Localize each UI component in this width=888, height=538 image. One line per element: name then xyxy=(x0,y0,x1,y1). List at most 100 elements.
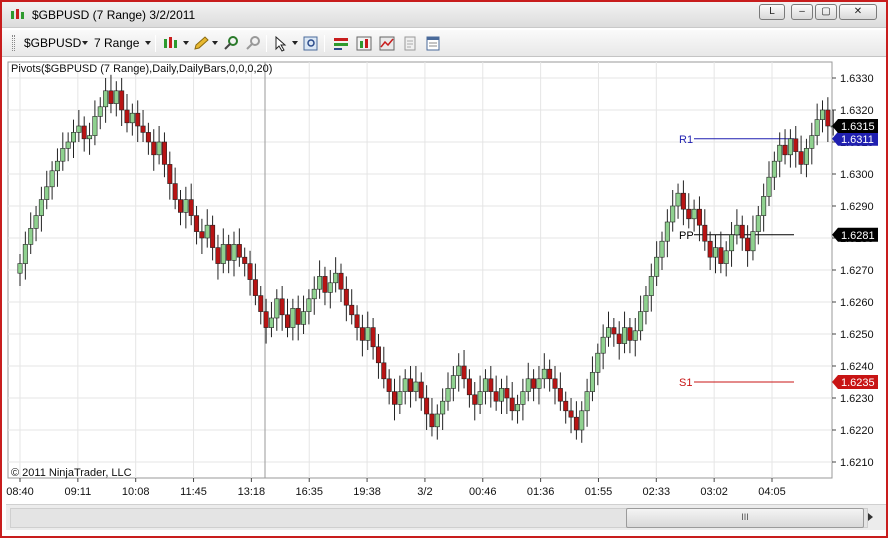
window-title: $GBPUSD (7 Range) 3/2/2011 xyxy=(32,8,196,22)
candle-down xyxy=(509,397,515,412)
candle-down xyxy=(391,391,397,405)
properties-icon[interactable] xyxy=(424,35,442,52)
candle-up xyxy=(536,378,542,389)
chart-grid xyxy=(7,61,833,479)
candle-up xyxy=(632,330,638,341)
time-axis: 08:40 09:11 10:08 11:45 13:18 16:35 19:38 3/2 00… xyxy=(6,478,786,498)
candle-up xyxy=(670,205,676,223)
candle-up xyxy=(814,119,820,136)
candle-down xyxy=(194,215,200,232)
candle-down xyxy=(466,378,472,396)
candle-up xyxy=(434,413,440,428)
toolbar-separator xyxy=(324,35,325,52)
price-tick-label: 1.6290 xyxy=(840,201,874,213)
instrument-chevron-down-icon[interactable] xyxy=(82,41,88,45)
candle-up xyxy=(274,298,280,319)
candle-down xyxy=(370,327,376,348)
candle-down xyxy=(707,240,713,258)
pivot-price-label: 1.6281 xyxy=(841,230,875,242)
bar-style-chevron-down-icon[interactable] xyxy=(183,41,189,45)
price-chart[interactable]: R1PPS1 1.63301.63201.63101.63001.62901.6… xyxy=(6,58,886,502)
candle-up xyxy=(365,327,371,341)
candle-down xyxy=(611,327,617,335)
candle-down xyxy=(745,237,751,252)
candle-up xyxy=(413,381,419,392)
chart-trader-icon[interactable] xyxy=(378,35,396,52)
close-button[interactable]: ✕ xyxy=(839,4,877,20)
candle-up xyxy=(306,298,312,312)
candle-down xyxy=(825,109,831,127)
candle-down xyxy=(408,378,414,392)
candle-down xyxy=(493,391,499,402)
price-axis: 1.63301.63201.63101.63001.62901.62801.62… xyxy=(832,73,878,469)
candle-up xyxy=(643,295,649,312)
data-box-icon[interactable] xyxy=(302,35,320,52)
candle-up xyxy=(183,199,189,213)
time-tick-label: 01:36 xyxy=(527,486,555,498)
drawing-chevron-down-icon[interactable] xyxy=(212,41,218,45)
candle-up xyxy=(54,160,60,172)
candle-down xyxy=(178,199,184,213)
horizontal-scrollbar[interactable]: III xyxy=(6,504,886,530)
cursor-chevron-down-icon[interactable] xyxy=(292,41,298,45)
candle-down xyxy=(81,125,87,140)
candle-up xyxy=(622,327,628,344)
candle-down xyxy=(284,314,290,328)
price-tick-label: 1.6220 xyxy=(840,425,874,437)
candle-down xyxy=(782,144,788,156)
candle-down xyxy=(119,90,125,111)
period-chevron-down-icon[interactable] xyxy=(145,41,151,45)
instrument-selector[interactable]: $GBPUSD xyxy=(24,36,81,50)
candle-down xyxy=(210,224,216,248)
candle-down xyxy=(386,378,392,392)
scroll-right-icon[interactable] xyxy=(868,513,873,521)
drawing-pencil-icon[interactable] xyxy=(192,35,210,52)
strategies-icon[interactable] xyxy=(332,35,350,52)
candle-down xyxy=(135,112,141,127)
candle-up xyxy=(28,228,34,245)
candle-up xyxy=(220,244,226,264)
indicators-icon[interactable] xyxy=(355,35,373,52)
toolbar-grip[interactable] xyxy=(12,35,15,51)
candle-down xyxy=(343,288,349,306)
candle-down xyxy=(247,263,253,280)
title-bar[interactable]: $GBPUSD (7 Range) 3/2/2011 L – ▢ ✕ xyxy=(2,2,886,28)
minimize-button[interactable]: – xyxy=(791,4,813,20)
candle-down xyxy=(616,333,622,344)
candle-down xyxy=(702,224,708,242)
candle-up xyxy=(595,352,601,373)
candle-down xyxy=(258,295,264,312)
candle-up xyxy=(290,308,296,328)
pivot-name-r1: R1 xyxy=(679,134,693,146)
candle-down xyxy=(279,298,285,316)
time-tick-label: 01:55 xyxy=(585,486,613,498)
candlestick-chart-svg[interactable]: R1PPS1 1.63301.63201.63101.63001.62901.6… xyxy=(6,58,886,502)
link-button[interactable]: L xyxy=(759,4,785,20)
time-tick-label: 16:35 xyxy=(295,486,323,498)
candle-up xyxy=(712,247,718,258)
candle-down xyxy=(226,244,232,261)
candle-up xyxy=(777,144,783,162)
candle-down xyxy=(488,378,494,392)
print-icon[interactable] xyxy=(401,35,419,52)
candle-up xyxy=(397,391,403,405)
scrollbar-thumb[interactable]: III xyxy=(626,508,864,528)
copyright-label: © 2011 NinjaTrader, LLC xyxy=(11,467,132,479)
pivot-name-pp: PP xyxy=(679,230,694,242)
zoom-out-icon[interactable] xyxy=(244,35,262,52)
candle-down xyxy=(573,416,579,431)
candle-down xyxy=(338,272,344,290)
restore-button[interactable]: ▢ xyxy=(815,4,837,20)
zoom-in-icon[interactable] xyxy=(222,35,240,52)
candle-up xyxy=(231,244,237,261)
candle-up xyxy=(33,215,39,229)
candle-up xyxy=(445,388,451,402)
bar-style-icon[interactable] xyxy=(162,35,180,52)
candle-down xyxy=(696,208,702,226)
time-tick-label: 00:46 xyxy=(469,486,497,498)
candle-down xyxy=(739,224,745,239)
cursor-icon[interactable] xyxy=(272,35,290,52)
time-tick-label: 03:02 xyxy=(700,486,728,498)
candle-up xyxy=(755,215,761,232)
period-selector[interactable]: 7 Range xyxy=(94,36,139,50)
